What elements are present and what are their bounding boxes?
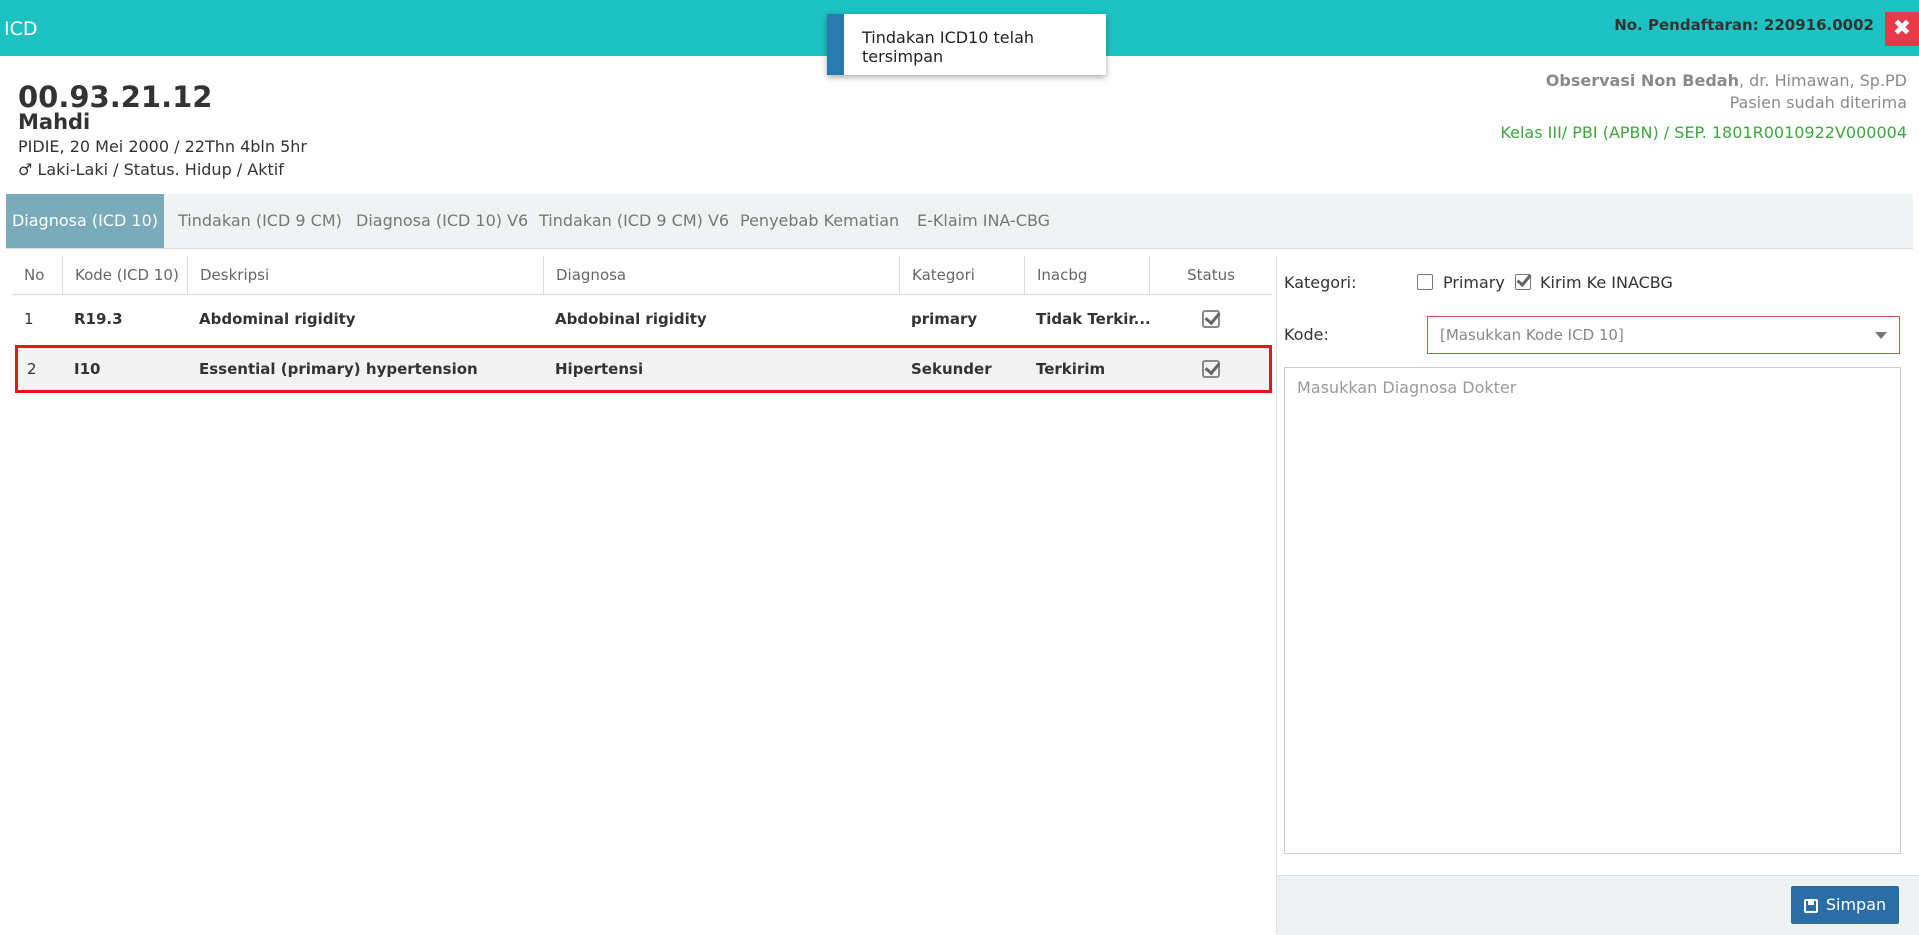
row-kode: I10 [74, 360, 101, 378]
header-diagnosa: Diagnosa [543, 256, 899, 294]
primary-label: Primary [1443, 273, 1505, 292]
toast-message: Tindakan ICD10 telah tersimpan [862, 28, 1035, 66]
tab-diagnosa-icd10[interactable]: Diagnosa (ICD 10) [6, 194, 164, 248]
primary-checkbox[interactable] [1417, 274, 1433, 290]
row-kategori: Sekunder [911, 360, 992, 378]
diagnosis-table: No Kode (ICD 10) Deskripsi Diagnosa Kate… [12, 256, 1272, 393]
row-diagnosa: Hipertensi [555, 360, 644, 378]
header-inacbg: Inacbg [1024, 256, 1149, 294]
tab-eklaim-inacbg[interactable]: E-Klaim INA-CBG [917, 194, 1050, 248]
row-deskripsi: Abdominal rigidity [199, 310, 356, 328]
row-no: 1 [24, 310, 34, 328]
row-diagnosa: Abdobinal rigidity [555, 310, 707, 328]
kode-placeholder: [Masukkan Kode ICD 10] [1440, 326, 1624, 344]
row-inacbg: Terkirim [1036, 360, 1106, 378]
kirim-inacbg-label: Kirim Ke INACBG [1540, 273, 1673, 292]
checked-square-icon[interactable] [1201, 360, 1220, 378]
header-no: No [24, 266, 45, 284]
header-deskripsi: Deskripsi [187, 256, 543, 294]
row-kode: R19.3 [74, 310, 123, 328]
save-button[interactable]: Simpan [1791, 886, 1899, 924]
class-info: Kelas III/ PBI (APBN) / SEP. 1801R001092… [1500, 123, 1907, 142]
tab-bar: Diagnosa (ICD 10) Tindakan (ICD 9 CM) Di… [6, 194, 1913, 249]
row-deskripsi: Essential (primary) hypertension [199, 360, 478, 378]
chevron-down-icon[interactable] [1875, 332, 1887, 339]
row-status [1149, 345, 1272, 393]
visit-unit: Observasi Non Bedah [1545, 71, 1739, 90]
diagnosa-dokter-textarea[interactable]: Masukkan Diagnosa Dokter [1284, 367, 1901, 854]
table-row-highlighted[interactable]: 2 I10 Essential (primary) hypertension H… [15, 345, 1272, 393]
header-kategori: Kategori [899, 256, 1024, 294]
kirim-inacbg-checkbox[interactable] [1515, 274, 1531, 290]
checked-square-icon[interactable] [1201, 310, 1220, 328]
toast-accent-bar [827, 14, 844, 75]
header-status: Status [1149, 256, 1272, 294]
kode-label: Kode: [1284, 325, 1329, 344]
table-header: No Kode (ICD 10) Deskripsi Diagnosa Kate… [12, 256, 1272, 295]
close-button[interactable]: ✖ [1885, 12, 1919, 46]
male-gender-icon: ♂ [18, 160, 33, 179]
visit-info: Observasi Non Bedah, dr. Himawan, Sp.PD … [1500, 70, 1907, 144]
diagnosis-form: Kategori: Primary Kirim Ke INACBG Kode: … [1276, 256, 1919, 935]
tab-tindakan-icd9cm-v6[interactable]: Tindakan (ICD 9 CM) V6 [539, 194, 729, 248]
row-status [1149, 295, 1272, 343]
row-kategori: primary [911, 310, 978, 328]
header-kode: Kode (ICD 10) [62, 256, 187, 294]
patient-birth-info: PIDIE, 20 Mei 2000 / 22Thn 4bln 5hr [18, 137, 307, 156]
admission-status: Pasien sudah diterima [1729, 93, 1907, 112]
patient-number: 00.93.21.12 [18, 80, 213, 114]
tab-tindakan-icd9cm[interactable]: Tindakan (ICD 9 CM) [178, 194, 342, 248]
save-label: Simpan [1825, 895, 1887, 914]
kode-icd10-select[interactable]: [Masukkan Kode ICD 10] [1427, 316, 1900, 354]
form-footer: Simpan [1277, 875, 1919, 935]
patient-status-text: Laki-Laki / Status. Hidup / Aktif [37, 160, 284, 179]
kategori-label: Kategori: [1284, 273, 1357, 292]
row-no: 2 [27, 360, 37, 378]
save-icon [1803, 898, 1818, 913]
table-row[interactable]: 1 R19.3 Abdominal rigidity Abdobinal rig… [12, 295, 1272, 343]
tab-penyebab-kematian[interactable]: Penyebab Kematian [740, 194, 899, 248]
tab-diagnosa-icd10-v6[interactable]: Diagnosa (ICD 10) V6 [356, 194, 528, 248]
toast-notification: Tindakan ICD10 telah tersimpan [827, 14, 1106, 75]
visit-doctor: , dr. Himawan, Sp.PD [1738, 71, 1907, 90]
patient-name: Mahdi [18, 110, 91, 134]
patient-status-line: ♂ Laki-Laki / Status. Hidup / Aktif [18, 160, 284, 179]
registration-number: No. Pendaftaran: 220916.0002 [1614, 16, 1874, 34]
diagnosa-placeholder: Masukkan Diagnosa Dokter [1297, 378, 1517, 397]
row-inacbg: Tidak Terkir... [1036, 310, 1149, 328]
window-title: ICD [4, 18, 38, 40]
